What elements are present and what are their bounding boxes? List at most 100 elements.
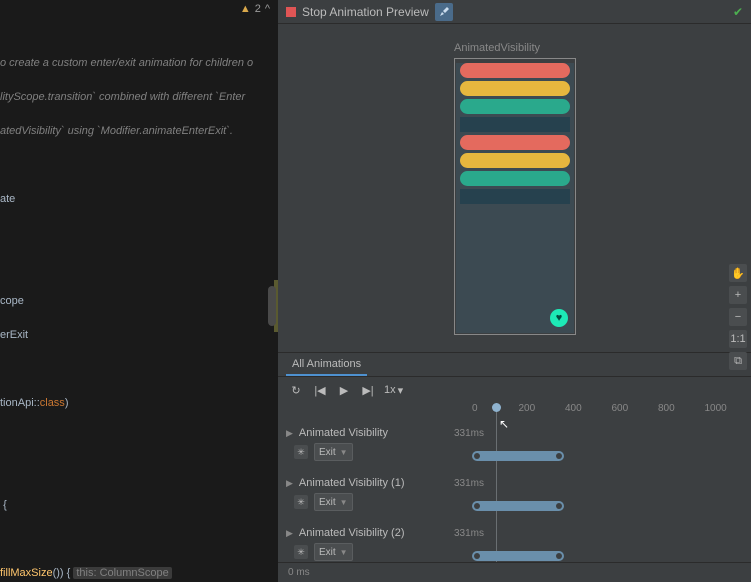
pan-tool[interactable]: ✋ — [729, 264, 747, 282]
step-back-button[interactable]: |◀ — [312, 382, 328, 398]
scrollbar-thumb[interactable] — [268, 286, 276, 326]
tab-all-animations[interactable]: All Animations — [286, 354, 367, 376]
track-header[interactable]: ▶ Animated Visibility 331ms — [286, 427, 464, 439]
caret-down-icon: ▾ — [398, 384, 404, 397]
right-panel: Stop Animation Preview ✔ AnimatedVisibil… — [278, 0, 751, 582]
preview-label: AnimatedVisibility — [454, 42, 540, 54]
caret-up-icon: ^ — [265, 1, 270, 18]
chevron-right-icon: ▶ — [286, 528, 293, 539]
zoom-in-button[interactable]: + — [729, 286, 747, 304]
animation-clip[interactable] — [472, 501, 564, 511]
animation-footer: 0 ms — [278, 562, 751, 582]
code-line — [0, 429, 266, 446]
footer-time: 0 ms — [288, 567, 310, 578]
code-line: tionApi::class) — [0, 395, 266, 412]
heart-icon: ♥ — [556, 312, 563, 324]
chevron-right-icon: ▶ — [286, 478, 293, 489]
toolbar-title[interactable]: Stop Animation Preview — [302, 5, 429, 19]
stop-icon[interactable] — [286, 7, 296, 17]
transport-bar: ↻ |◀ ▶ ▶| 1x ▾ — [278, 377, 751, 403]
code-line — [0, 463, 266, 480]
preview-bar — [460, 99, 570, 114]
state-value: Exit — [319, 447, 336, 458]
crop-button[interactable]: ⧉ — [729, 352, 747, 370]
code-line: atedVisibility` using `Modifier.animateE… — [0, 123, 266, 140]
caret-down-icon: ▼ — [340, 448, 348, 457]
track-name: Animated Visibility (1) — [299, 477, 405, 489]
preview-bar — [460, 135, 570, 150]
zoom-out-button[interactable]: − — [729, 308, 747, 326]
freeze-icon[interactable]: ✳ — [294, 495, 308, 509]
state-dropdown[interactable]: Exit ▼ — [314, 443, 353, 461]
inspection-bar[interactable]: ▲ 2 ^ — [0, 0, 278, 18]
speed-value: 1x — [384, 384, 396, 396]
code-line: cope — [0, 293, 266, 310]
preview-surface[interactable]: AnimatedVisibility ♥ ✋ + − 1:1 ⧉ — [278, 24, 751, 352]
animation-track: ▶ Animated Visibility (1) 331ms ✳ Exit ▼ — [278, 475, 751, 525]
animation-clip[interactable] — [472, 451, 564, 461]
timeline-ruler: 0 200 400 600 800 1000 — [472, 403, 751, 419]
ruler-tick: 600 — [612, 403, 659, 419]
preview-bar — [460, 153, 570, 168]
state-dropdown[interactable]: Exit ▼ — [314, 493, 353, 511]
state-value: Exit — [319, 497, 336, 508]
step-forward-button[interactable]: ▶| — [360, 382, 376, 398]
freeze-icon[interactable]: ✳ — [294, 445, 308, 459]
track-name: Animated Visibility — [299, 427, 388, 439]
code-line: o create a custom enter/exit animation f… — [0, 55, 266, 72]
code-body[interactable]: o create a custom enter/exit animation f… — [0, 38, 266, 582]
zoom-actual-button[interactable]: 1:1 — [729, 330, 747, 348]
animation-track: ▶ Animated Visibility (2) 331ms ✳ Exit ▼ — [278, 525, 751, 562]
device-frame: ♥ — [454, 58, 576, 335]
code-line: lityScope.transition` combined with diff… — [0, 89, 266, 106]
code-line — [0, 259, 266, 276]
warning-triangle-icon: ▲ — [240, 1, 251, 18]
checkmark-icon[interactable]: ✔ — [733, 5, 743, 19]
ruler-tick: 1000 — [705, 403, 751, 419]
preview-bar — [460, 171, 570, 186]
animation-clip[interactable] — [472, 551, 564, 561]
freeze-icon[interactable]: ✳ — [294, 545, 308, 559]
keyframe-dot — [474, 553, 480, 559]
animation-panel: All Animations ↻ |◀ ▶ ▶| 1x ▾ 0 200 400 … — [278, 352, 751, 582]
code-line: { — [0, 497, 266, 514]
keyframe-dot — [474, 503, 480, 509]
caret-down-icon: ▼ — [340, 498, 348, 507]
preview-bar — [460, 63, 570, 78]
play-button[interactable]: ▶ — [336, 382, 352, 398]
track-header[interactable]: ▶ Animated Visibility (2) 331ms — [286, 527, 464, 539]
code-line: ate — [0, 191, 266, 208]
code-line: erExit — [0, 327, 266, 344]
chevron-right-icon: ▶ — [286, 428, 293, 439]
code-line — [0, 225, 266, 242]
code-editor[interactable]: ▲ 2 ^ o create a custom enter/exit anima… — [0, 0, 278, 582]
ruler-tick: 800 — [658, 403, 705, 419]
keyframe-dot — [474, 453, 480, 459]
keyframe-dot — [556, 453, 562, 459]
track-header[interactable]: ▶ Animated Visibility (1) 331ms — [286, 477, 464, 489]
fab-button[interactable]: ♥ — [550, 309, 568, 327]
caret-down-icon: ▼ — [340, 548, 348, 557]
ruler-tick: 400 — [565, 403, 612, 419]
animation-track: ▶ Animated Visibility 331ms ✳ Exit ▼ — [278, 425, 751, 475]
preview-toolbar: Stop Animation Preview ✔ — [278, 0, 751, 24]
device-inner: ♥ — [456, 63, 574, 333]
loop-button[interactable]: ↻ — [288, 382, 304, 398]
ruler-tick: 200 — [519, 403, 566, 419]
code-line — [0, 531, 266, 548]
speed-dropdown[interactable]: 1x ▾ — [384, 384, 403, 397]
preview-bar — [460, 189, 570, 204]
timeline[interactable]: 0 200 400 600 800 1000 ↖ ▶ Animated Visi… — [278, 403, 751, 562]
code-line — [0, 361, 266, 378]
warning-count: 2 — [255, 1, 261, 18]
code-line — [0, 157, 266, 174]
state-value: Exit — [319, 547, 336, 558]
track-rows: ▶ Animated Visibility 331ms ✳ Exit ▼ — [278, 425, 751, 562]
brush-icon[interactable] — [435, 3, 453, 21]
keyframe-dot — [556, 503, 562, 509]
preview-bar — [460, 81, 570, 96]
state-dropdown[interactable]: Exit ▼ — [314, 543, 353, 561]
preview-tools: ✋ + − 1:1 ⧉ — [729, 264, 747, 370]
track-name: Animated Visibility (2) — [299, 527, 405, 539]
code-line: fillMaxSize()) { this: ColumnScope — [0, 565, 266, 582]
